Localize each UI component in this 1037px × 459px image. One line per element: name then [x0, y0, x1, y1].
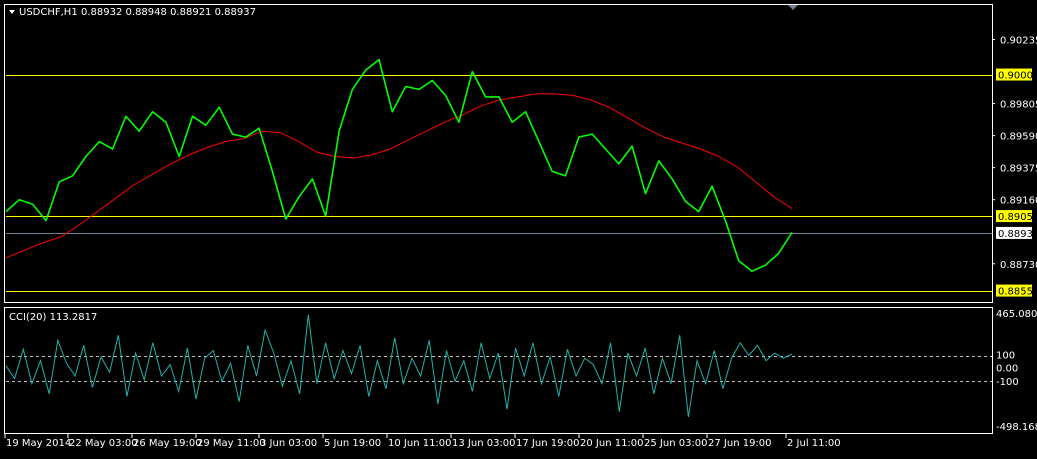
y-tick-label: 0.88730	[1000, 260, 1037, 271]
symbol-label: USDCHF,H1	[19, 7, 78, 18]
x-tick-label: 13 Jun 03:00	[452, 438, 516, 449]
x-tick-label: 25 Jun 03:00	[644, 438, 708, 449]
chart-window[interactable]: USDCHF,H1 0.88932 0.88948 0.88921 0.8893…	[0, 0, 1037, 455]
x-tick-label: 10 Jun 11:00	[388, 438, 452, 449]
cci-label: CCI(20) 113.2817	[9, 312, 97, 323]
x-tick-label: 27 Jun 19:00	[708, 438, 772, 449]
x-tick-label: 19 May 2014	[6, 438, 71, 449]
x-tick-label: 29 May 11:00	[197, 438, 266, 449]
x-tick-label: 26 May 19:00	[133, 438, 202, 449]
cci-tick-label: 0.00	[996, 363, 1018, 374]
y-tick-label: 0.89375	[1000, 164, 1037, 175]
price-tag-label: 0.88937	[998, 229, 1037, 240]
price-tag-label: 0.88550	[998, 287, 1037, 298]
cci-tick-label: 100	[996, 351, 1015, 362]
x-tick-label: 17 Jun 19:00	[516, 438, 580, 449]
cci-tick-label: -100	[996, 377, 1019, 388]
x-tick-label: 3 Jun 03:00	[260, 438, 317, 449]
price-tag-label: 0.90000	[998, 71, 1037, 82]
y-tick-label: 0.90235	[1000, 36, 1037, 47]
x-tick-label: 2 Jul 11:00	[787, 438, 841, 449]
x-tick-label: 5 Jun 19:00	[324, 438, 381, 449]
x-tick-label: 20 Jun 11:00	[580, 438, 644, 449]
chart-background	[0, 0, 1037, 455]
price-tag-label: 0.89050	[998, 212, 1037, 223]
y-tick-label: 0.89590	[1000, 132, 1037, 143]
y-tick-label: 0.89160	[1000, 196, 1037, 207]
y-tick-label: 0.89805	[1000, 100, 1037, 111]
x-tick-label: 22 May 03:00	[69, 438, 138, 449]
chart-canvas[interactable]: USDCHF,H1 0.88932 0.88948 0.88921 0.8893…	[0, 0, 1037, 455]
cci-tick-label: 465.0803	[996, 309, 1037, 320]
ohlc-label: 0.88932 0.88948 0.88921 0.88937	[81, 7, 256, 18]
cci-tick-label: -498.1682	[996, 422, 1037, 433]
